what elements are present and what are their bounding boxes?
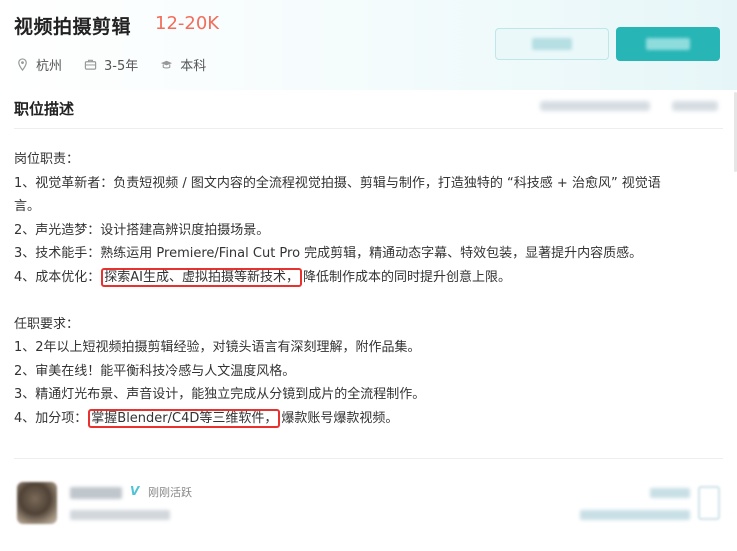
location-pin-icon: [18, 58, 27, 71]
duty-3: 3、技术能手：熟练运用 Premiere/Final Cut Pro 完成剪辑，…: [14, 246, 643, 261]
experience-text: 3-5年: [104, 59, 139, 74]
section-title-description: 职位描述: [14, 100, 75, 118]
requirement-4-highlight: 掌握Blender/C4D等三维软件，: [88, 408, 281, 428]
duty-1-continued: 言。: [14, 199, 41, 214]
duty-2: 2、声光造梦：设计搭建高辨识度拍摄场景。: [14, 222, 270, 238]
requirement-1: 1、2年以上短视频拍摄剪辑经验，对镜头语言有深刻理解，附作品集。: [14, 340, 421, 355]
recruiter-extra-blurred-2: [580, 510, 690, 520]
duty-1: 1、视觉革新者：负责短视频 / 图文内容的全流程视觉拍摄、剪辑与制作，打造独特的…: [14, 175, 661, 191]
salary-range: 12-20K: [155, 13, 220, 34]
duty-4: 4、成本优化： 探索AI生成、虚拟拍摄等新技术， 降低制作成本的同时提升创意上限。: [14, 266, 722, 290]
duty-4-prefix: 4、成本优化：: [14, 269, 101, 285]
job-title: 视频拍摄剪辑: [14, 16, 132, 38]
requirement-4-prefix: 4、加分项：: [14, 410, 88, 426]
recruiter-divider: [14, 458, 723, 459]
header-divider: [14, 128, 723, 129]
recruiter-extra-blurred-1: [650, 488, 690, 498]
requirement-4-suffix: 爆款账号爆款视频。: [281, 410, 399, 426]
primary-action-button[interactable]: [616, 27, 720, 61]
secondary-action-label-blurred: [532, 38, 572, 50]
primary-action-label-blurred: [646, 38, 690, 50]
requirement-3: 3、精通灯光布景、声音设计，能独立完成从分镜到成片的全流程制作。: [14, 387, 426, 402]
qr-code-icon[interactable]: [698, 486, 720, 520]
secondary-action-button[interactable]: [495, 28, 609, 60]
location-text: 杭州: [36, 59, 63, 74]
education-text: 本科: [180, 59, 207, 74]
meta-experience: 3-5年: [84, 55, 138, 74]
avatar[interactable]: [17, 482, 57, 524]
briefcase-icon: [84, 59, 97, 70]
requirement-4: 4、加分项： 掌握Blender/C4D等三维软件， 爆款账号爆款视频。: [14, 407, 722, 431]
duty-4-highlight: 探索AI生成、虚拟拍摄等新技术，: [101, 267, 303, 287]
duties-header: 岗位职责：: [14, 152, 80, 167]
job-meta: 杭州 3-5年 本科: [16, 55, 228, 74]
meta-location: 杭州: [16, 55, 62, 74]
recruiter-title-blurred: [70, 510, 170, 520]
blurred-info-right: [672, 101, 718, 111]
active-status: 刚刚活跃: [148, 486, 192, 499]
job-description-body: 岗位职责： 1、视觉革新者：负责短视频 / 图文内容的全流程视觉拍摄、剪辑与制作…: [14, 148, 722, 430]
recruiter-name-blurred: [70, 487, 122, 499]
blurred-info-left: [540, 101, 650, 111]
graduation-cap-icon: [161, 60, 173, 69]
verified-badge-icon: V: [130, 484, 140, 498]
requirement-2: 2、审美在线！能平衡科技冷感与人文温度风格。: [14, 363, 296, 379]
requirements-header: 任职要求：: [14, 316, 80, 332]
recruiter-card[interactable]: V 刚刚活跃: [14, 470, 724, 540]
duty-4-suffix: 降低制作成本的同时提升创意上限。: [303, 269, 512, 285]
meta-education: 本科: [160, 55, 206, 74]
